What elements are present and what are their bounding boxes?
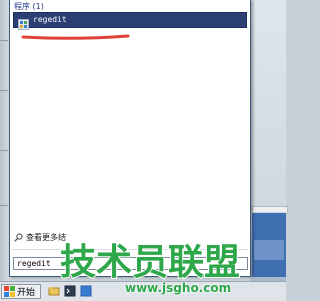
folder-icon[interactable] [48,285,60,297]
start-button[interactable]: 开始 [1,284,41,299]
strip-divider [0,205,8,206]
svg-text:技术员联盟: 技术员联盟 [60,242,240,283]
programs-section-header: 程序 (1) [14,2,44,11]
terminal-icon[interactable] [64,285,76,297]
red-annotation-underline [21,34,130,40]
see-more-results-link[interactable]: 查看更多结 [14,231,66,243]
windows-logo-icon [4,286,15,297]
explorer-icon[interactable] [80,285,92,297]
strip-divider [0,90,8,91]
watermark-url: www.jsgho.com [125,281,232,295]
strip-divider [0,150,8,151]
search-icon [14,232,23,242]
strip-divider [0,40,8,41]
regedit-icon [18,15,29,30]
program-result-regedit[interactable]: regedit [13,12,247,30]
start-button-label: 开始 [17,288,36,298]
watermark-logo: 技术员联盟 [60,241,240,284]
program-result-label: regedit [33,15,67,24]
background-window-panel [254,240,284,260]
desktop-right-area [250,0,288,300]
